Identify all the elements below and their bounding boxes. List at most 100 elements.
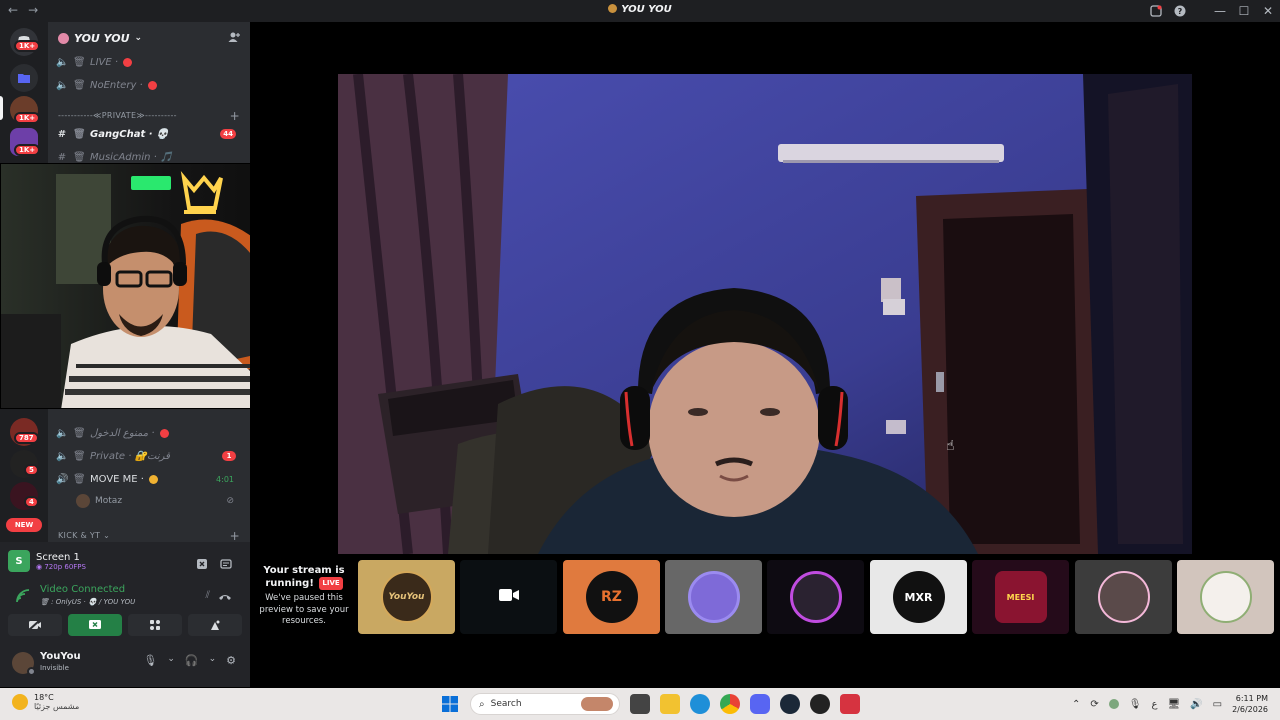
help-icon[interactable]: ? [1168,0,1192,22]
avatar [1199,571,1252,623]
streaming-app-icon[interactable] [840,694,860,714]
taskbar-search[interactable]: ⌕ Search [470,693,620,715]
screen-quality: ◉ 720p 60FPS [36,562,86,571]
video-feed-image [338,74,1192,554]
participant-tile[interactable] [767,560,864,634]
channel-item[interactable]: 🔈 🗑 ممنوع الدخول · [56,423,246,443]
folder-icon[interactable] [10,64,38,92]
window-title: YOU YOU [0,4,1280,15]
channel-item[interactable]: 🔈 🗑 NoEntery · [56,75,246,95]
avatar: MEESI [994,571,1047,623]
weather-widget[interactable]: 18°C مشمس جزئيًا [12,693,79,711]
battery-icon[interactable]: ▭ [1213,699,1222,710]
channel-item[interactable]: 🔈 🗑 Private · 🔐قرنت 1 [56,446,246,466]
channel-item[interactable]: 🔊 🗑 MOVE ME · 4:01 [56,469,246,489]
channel-name: MOVE ME · [90,473,144,485]
temperature: 18°C [34,693,54,702]
screen-share-button[interactable] [68,614,122,636]
chevron-down-icon: ⌄ [103,531,111,540]
add-channel-icon[interactable]: + [230,529,240,542]
trash-icon: 🗑 [73,473,86,485]
avatar [687,571,740,623]
status-circle-icon[interactable] [1108,699,1119,709]
svg-text:?: ? [1178,7,1183,16]
guild-name: YOU YOU [74,31,130,45]
participant-tile[interactable] [460,560,557,634]
avatar [789,571,842,623]
voice-connection-status[interactable]: Video Connected 🗑 : OnlyUS · 💀 / YOU YOU… [8,582,242,610]
server-badge: 5 [24,464,39,476]
search-placeholder: Search [490,699,522,709]
file-explorer-icon[interactable] [660,694,680,714]
no-stream-icon: ⊘ [226,496,234,506]
chrome-icon[interactable] [720,694,740,714]
soundboard-button[interactable] [188,614,242,636]
stream-settings-icon[interactable] [220,555,232,574]
steam-icon[interactable] [780,694,800,714]
chevron-up-icon[interactable]: ⌃ [1072,699,1080,710]
screen-share-card[interactable]: S Screen 1 ◉ 720p 60FPS [8,546,242,576]
clock[interactable]: 6:11 PM 2/6/2026 [1232,693,1268,715]
activities-button[interactable] [128,614,182,636]
category-kick-yt[interactable]: KICK & YT ⌄ + [58,529,244,542]
sync-icon[interactable]: ⟳ [1090,699,1098,710]
avatar: RZ [585,571,638,623]
status-dot [123,57,133,67]
camera-off-button[interactable] [8,614,62,636]
avatar[interactable] [12,652,36,676]
add-channel-icon[interactable]: + [230,109,240,123]
server-badge: 4 [24,496,39,508]
task-view-icon[interactable] [630,694,650,714]
windows-start-icon[interactable] [440,694,460,714]
server-badge: 1K+ [14,40,41,52]
guild-header[interactable]: YOU YOU ⌄ [48,22,250,54]
participant-tile[interactable] [1177,560,1274,634]
stop-stream-icon[interactable] [196,555,208,574]
add-member-icon[interactable] [228,31,240,46]
trash-icon: 🗑 [73,79,86,91]
guild-icon [58,32,69,44]
voice-member[interactable]: Motaz ⊘ [76,491,246,511]
language-indicator[interactable]: ع [1151,699,1157,710]
live-badge: LIVE [319,577,343,590]
headphones-icon[interactable]: 🎧 [185,654,199,667]
close-button[interactable]: ✕ [1256,0,1280,22]
hand-cursor-icon: ☝ [946,438,955,454]
status-dot [147,80,157,90]
participant-tile[interactable] [665,560,762,634]
noise-suppression-icon[interactable]: ⫽ [206,590,210,601]
edge-icon[interactable] [690,694,710,714]
hash-icon: # [57,151,67,163]
participant-tile[interactable] [1075,560,1172,634]
new-servers-pill[interactable]: NEW [6,518,42,532]
microphone-icon[interactable]: 🎙 [143,654,157,667]
trash-icon: 🗑 [73,450,86,462]
category-private[interactable]: -----------≪PRIVATE≫---------- + [58,109,244,123]
channel-item[interactable]: # 🗑 GangChat · 💀 44 [56,124,246,144]
user-name[interactable]: YouYou [40,651,81,662]
gear-icon[interactable]: ⚙ [226,654,236,667]
minimize-button[interactable]: — [1208,0,1232,22]
network-icon[interactable]: 🖥 [1167,699,1180,710]
participant-tile[interactable]: MEESI [972,560,1069,634]
volume-icon[interactable]: 🔊 [1190,699,1202,710]
screen-share-info: Screen 1 ◉ 720p 60FPS [36,552,86,571]
focused-video[interactable] [338,74,1192,554]
chevron-down-icon[interactable]: ⌄ [209,654,217,667]
stream-notice-title: Your stream is running! LIVE [263,565,345,590]
weather-info: 18°C مشمس جزئيًا [34,693,79,711]
discord-icon[interactable] [750,694,770,714]
microphone-icon[interactable]: 🎙 [1129,699,1142,710]
user-area: YouYou Invisible 🎙 ⌄ 🎧 ⌄ ⚙ [8,648,242,678]
windows-taskbar: 18°C مشمس جزئيًا ⌕ Search ⌃ ⟳ 🎙 ع 🖥 🔊 ▭ … [0,688,1280,720]
disconnect-icon[interactable] [218,588,232,607]
chevron-down-icon[interactable]: ⌄ [167,654,175,667]
channel-item[interactable]: 🔈 🗑 LIVE · [56,52,246,72]
participant-tile[interactable]: MXR [870,560,967,634]
maximize-button[interactable]: ☐ [1232,0,1256,22]
participant-tile[interactable]: YouYou [358,560,455,634]
participant-tile[interactable]: RZ [563,560,660,634]
obs-icon[interactable] [810,694,830,714]
speaker-muted-icon: 🔈 [56,450,69,462]
inbox-icon[interactable] [1144,0,1168,22]
